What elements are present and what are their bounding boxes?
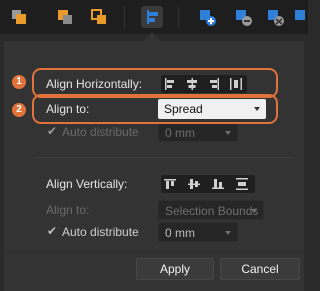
callout-align-to <box>32 94 278 124</box>
subtract-icon[interactable] <box>232 6 254 28</box>
arrange-back-icon[interactable] <box>88 6 110 28</box>
apply-button[interactable]: Apply <box>136 258 214 280</box>
footer-divider <box>4 251 304 252</box>
align-vertically-label: Align Vertically: <box>46 177 128 191</box>
chevron-down-icon <box>251 209 257 213</box>
divide-icon[interactable] <box>292 6 308 28</box>
align-top-icon[interactable] <box>161 175 179 193</box>
vertical-align-to-dropdown[interactable]: Selection Bounds <box>158 200 264 220</box>
cancel-button[interactable]: Cancel <box>220 258 300 280</box>
horizontal-auto-distribute-label: Auto distribute <box>62 125 139 139</box>
align-middle-icon[interactable] <box>185 175 203 193</box>
toolbar <box>0 0 308 34</box>
horizontal-spacing-value: 0 mm <box>165 126 195 140</box>
horizontal-auto-distribute-checkbox[interactable]: ✔ <box>46 125 58 137</box>
arrange-front-icon[interactable] <box>8 6 30 28</box>
vertical-auto-distribute-checkbox[interactable]: ✔ <box>46 225 58 237</box>
vertical-align-to-label: Align to: <box>46 203 90 217</box>
align-bottom-icon[interactable] <box>209 175 227 193</box>
vertical-spacing-value: 0 mm <box>165 226 195 240</box>
vertical-align-buttons <box>161 175 255 193</box>
intersect-icon[interactable] <box>264 6 286 28</box>
vertical-spacing-field[interactable]: 0 mm <box>158 222 238 242</box>
callout-badge-2: 2 <box>12 103 26 117</box>
add-node-icon[interactable] <box>196 6 218 28</box>
callout-badge-1: 1 <box>12 75 26 89</box>
arrange-forward-icon[interactable] <box>54 6 76 28</box>
horizontal-spacing-field[interactable]: 0 mm <box>158 122 238 142</box>
vertical-auto-distribute-label: Auto distribute <box>62 225 139 239</box>
align-icon[interactable] <box>141 6 163 28</box>
chevron-down-icon <box>225 231 231 235</box>
space-vertically-icon[interactable] <box>233 175 251 193</box>
chevron-down-icon <box>225 131 231 135</box>
section-divider <box>36 157 292 158</box>
vertical-align-to-value: Selection Bounds <box>165 204 259 218</box>
